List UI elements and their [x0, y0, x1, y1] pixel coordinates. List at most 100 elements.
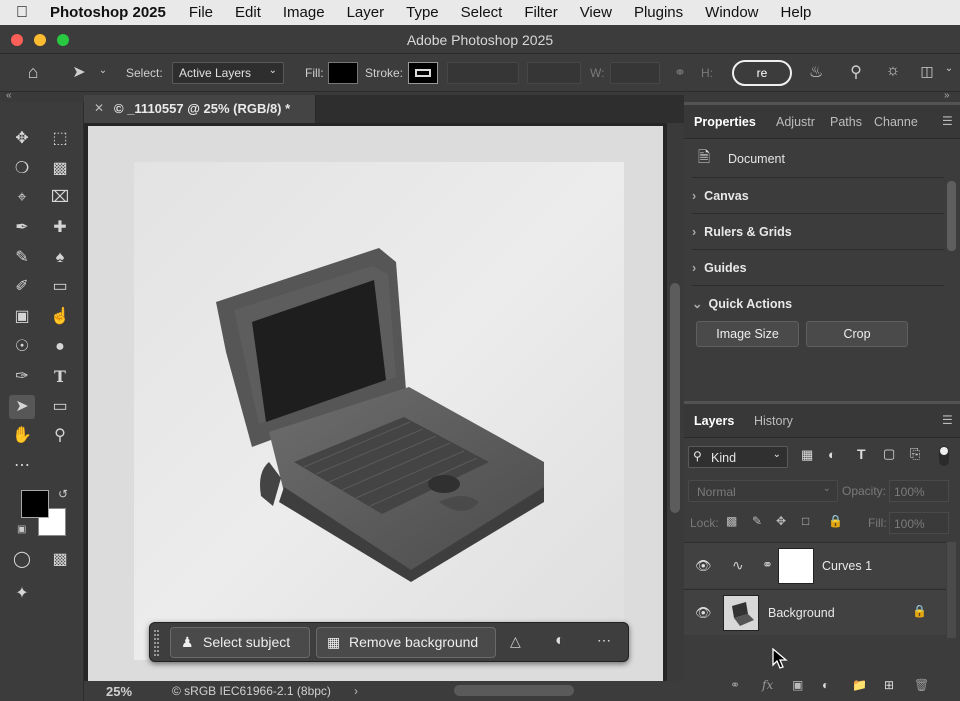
healing-brush-tool-icon[interactable]: ✚ — [47, 216, 73, 240]
menu-view[interactable]: View — [569, 4, 623, 21]
filter-adjustment-icon[interactable]: ◐ — [828, 447, 836, 462]
lock-all-icon[interactable]: 🔒 — [828, 514, 843, 528]
tab-layers[interactable]: Layers — [694, 414, 734, 428]
home-icon[interactable]: ⌂ — [20, 62, 46, 83]
transform-icon[interactable]: △ — [510, 633, 521, 650]
screen-mode-icon[interactable]: ▩ — [47, 548, 73, 572]
collapse-right-icon[interactable]: » — [944, 90, 950, 101]
dodge-tool-icon[interactable]: ☉ — [9, 335, 35, 359]
layer-row-background[interactable]: 👁 Background 🔒 — [684, 589, 946, 635]
stroke-width-field[interactable] — [447, 62, 519, 84]
menu-select[interactable]: Select — [450, 4, 514, 21]
bell-icon[interactable]: ♨ — [803, 62, 829, 82]
chevron-right-icon[interactable]: › — [354, 684, 358, 698]
lock-artboard-icon[interactable]: □ — [802, 514, 809, 528]
stroke-swatch[interactable] — [408, 62, 438, 84]
quick-mask-icon[interactable]: ◯ — [9, 548, 35, 572]
visibility-eye-icon[interactable]: 👁 — [695, 558, 712, 574]
eraser-tool-icon[interactable]: ▭ — [47, 275, 73, 299]
delete-layer-icon[interactable]: 🗑 — [914, 678, 929, 692]
link-icon[interactable]: ⚭ — [670, 64, 690, 81]
clone-stamp-tool-icon[interactable]: ♠ — [47, 246, 73, 270]
pen-tool-icon[interactable]: ✑ — [9, 365, 35, 389]
marquee-tool-icon[interactable]: ⬚ — [47, 127, 73, 151]
lock-image-icon[interactable]: ✎ — [752, 514, 762, 528]
filter-smart-object-icon[interactable]: ⎘ — [910, 446, 920, 462]
path-selection-tool-icon[interactable]: ➤ — [9, 395, 35, 419]
eyedropper-tool-icon[interactable]: ✒ — [9, 216, 35, 240]
section-canvas[interactable]: › Canvas — [692, 177, 944, 213]
drag-handle[interactable] — [154, 630, 159, 656]
type-tool-icon[interactable]: T — [47, 365, 73, 389]
menu-file[interactable]: File — [178, 4, 224, 21]
document-tab[interactable]: ✕ © _1110557 @ 25% (RGB/8) * — [84, 95, 316, 123]
tab-paths[interactable]: Paths — [830, 115, 862, 129]
adjustment-icon[interactable]: ◐ — [555, 632, 565, 650]
stroke-type-dropdown[interactable] — [527, 62, 581, 84]
visibility-eye-icon[interactable]: 👁 — [695, 605, 712, 621]
color-profile[interactable]: © sRGB IEC61966-2.1 (8bpc) — [172, 684, 331, 698]
apple-icon[interactable]:  — [0, 4, 44, 22]
crop-tool-icon[interactable]: ⌖ — [9, 186, 35, 210]
filter-kind-dropdown[interactable]: ⚲ Kind ⌄ — [688, 446, 788, 468]
lock-position-icon[interactable]: ✥ — [776, 514, 786, 528]
more-options-icon[interactable]: ⋯ — [597, 632, 611, 649]
gradient-tool-icon[interactable]: ▣ — [9, 305, 35, 329]
width-field[interactable] — [610, 62, 660, 84]
frame-tool-icon[interactable]: ⌧ — [47, 186, 73, 210]
zoom-magnifier-alt-icon[interactable]: ● — [47, 335, 73, 359]
tab-properties[interactable]: Properties — [694, 115, 756, 129]
section-rulers-grids[interactable]: › Rulers & Grids — [692, 213, 944, 249]
filter-toggle[interactable] — [939, 446, 949, 466]
section-quick-actions[interactable]: ⌄ Quick Actions — [692, 285, 944, 321]
layer-row-curves[interactable]: 👁 ∿ ⚭ Curves 1 — [684, 542, 946, 588]
image-size-button[interactable]: Image Size — [696, 321, 799, 347]
swap-colors-icon[interactable]: ↺ — [58, 487, 68, 501]
blend-mode-dropdown[interactable]: Normal ⌄ — [688, 480, 838, 502]
menu-image[interactable]: Image — [272, 4, 336, 21]
close-tab-icon[interactable]: ✕ — [94, 101, 104, 115]
filter-type-icon[interactable]: T — [857, 446, 866, 462]
menu-filter[interactable]: Filter — [513, 4, 568, 21]
panel-menu-icon[interactable]: ☰ — [942, 413, 953, 427]
app-menu[interactable]: Photoshop 2025 — [44, 4, 178, 21]
generative-fill-icon[interactable]: ✦ — [9, 582, 35, 606]
fx-icon[interactable]: fx — [762, 678, 773, 692]
link-layers-icon[interactable]: ⚭ — [730, 678, 740, 692]
foreground-color-swatch-front[interactable] — [21, 490, 49, 518]
menu-edit[interactable]: Edit — [224, 4, 272, 21]
history-brush-tool-icon[interactable]: ✐ — [9, 275, 35, 299]
path-selection-tool-icon[interactable]: ➤ — [68, 62, 90, 82]
lock-transparent-icon[interactable]: ▩ — [726, 514, 737, 528]
tab-adjustments[interactable]: Adjustr — [776, 115, 815, 129]
panel-menu-icon[interactable]: ☰ — [942, 114, 953, 128]
scrollbar-thumb[interactable] — [670, 283, 680, 513]
horizontal-scrollbar-thumb[interactable] — [454, 685, 574, 696]
menu-window[interactable]: Window — [694, 4, 769, 21]
brush-tool-icon[interactable]: ✎ — [9, 246, 35, 270]
move-tool-icon[interactable]: ✥ — [9, 127, 35, 151]
canvas-area[interactable]: ♟ Select subject ▦ Remove background △ ◐… — [84, 123, 684, 684]
adjustment-layer-icon[interactable]: ◐ — [822, 678, 829, 692]
remove-background-button[interactable]: ▦ Remove background — [316, 627, 496, 658]
layers-scrollbar[interactable] — [947, 542, 956, 638]
workspace-icon[interactable]: ◫ — [916, 63, 938, 80]
lightbulb-icon[interactable]: ☼ — [882, 62, 904, 80]
lasso-tool-icon[interactable]: ❍ — [9, 157, 35, 181]
menu-plugins[interactable]: Plugins — [623, 4, 694, 21]
document-image[interactable] — [134, 162, 624, 660]
rectangle-tool-icon[interactable]: ▭ — [47, 395, 73, 419]
menu-layer[interactable]: Layer — [336, 4, 396, 21]
object-selection-tool-icon[interactable]: ▩ — [47, 157, 73, 181]
zoom-level[interactable]: 25% — [106, 684, 132, 699]
group-folder-icon[interactable]: 📁 — [852, 678, 867, 692]
select-dropdown[interactable]: Active Layers ⌄ — [172, 62, 284, 84]
menu-help[interactable]: Help — [770, 4, 823, 21]
properties-scrollbar[interactable] — [947, 181, 956, 251]
zoom-tool-icon[interactable]: ⚲ — [47, 424, 73, 448]
opacity-field[interactable]: 100% — [889, 480, 949, 502]
canvas[interactable] — [88, 126, 663, 684]
chevron-down-icon[interactable]: ⌄ — [96, 65, 110, 76]
smudge-tool-icon[interactable]: ☝ — [47, 305, 73, 329]
fill-field[interactable]: 100% — [889, 512, 949, 534]
